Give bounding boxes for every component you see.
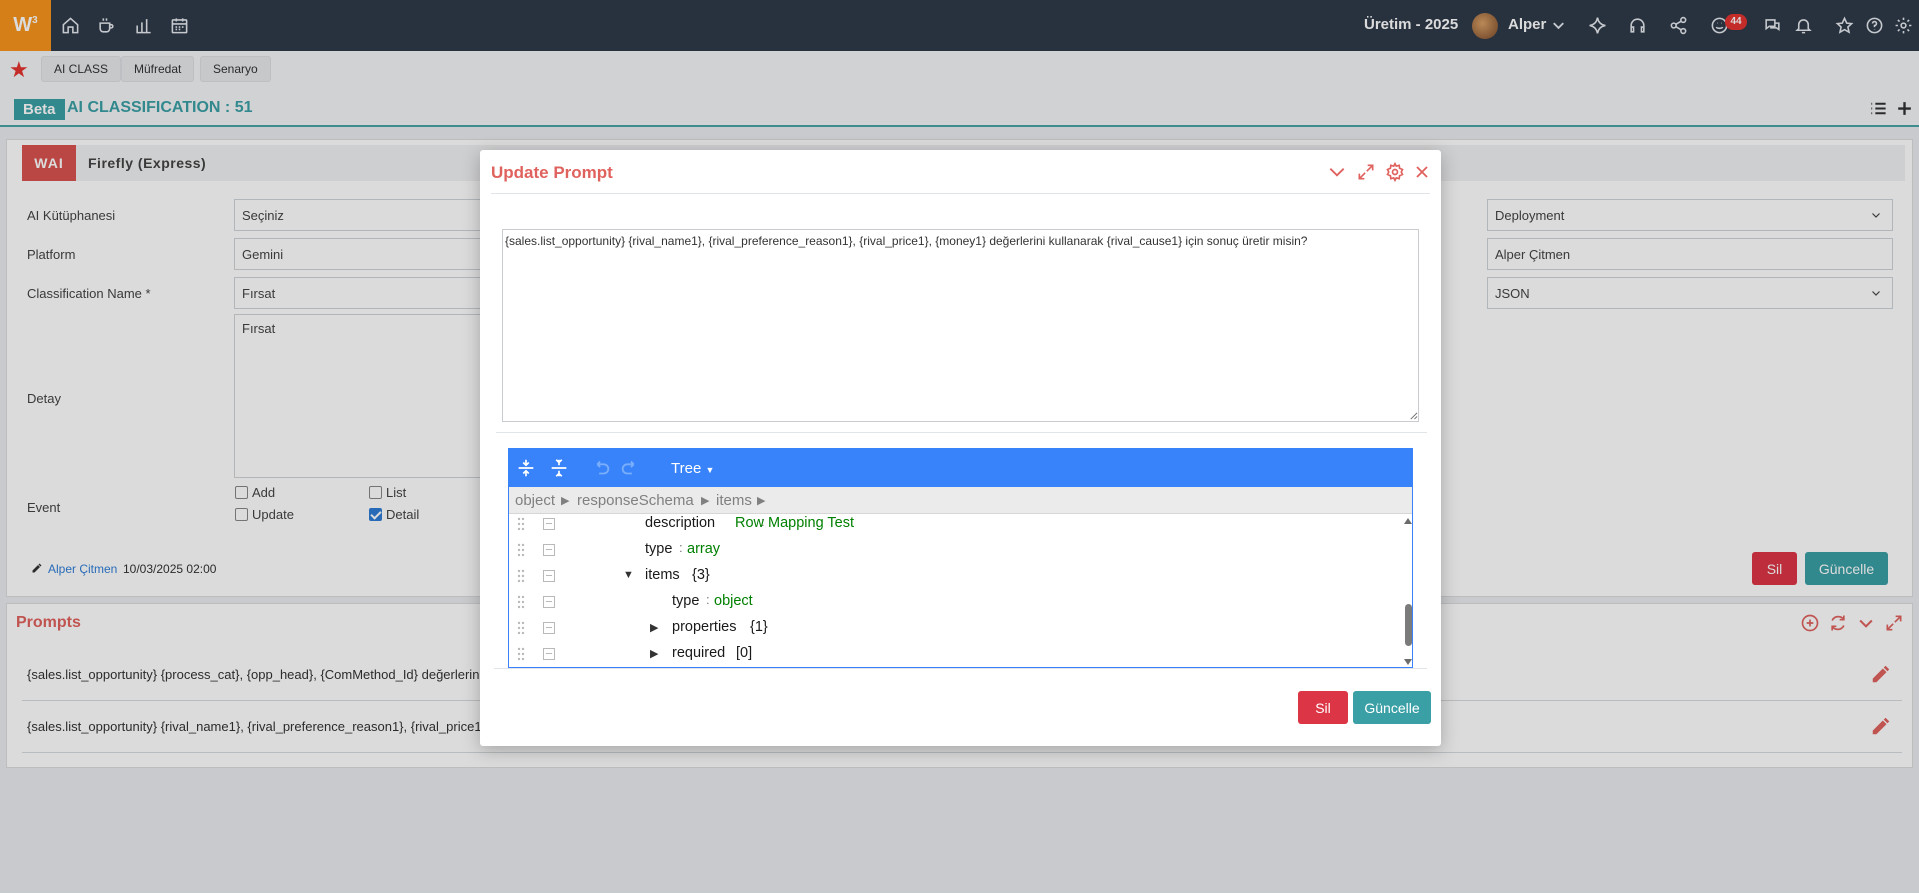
drag-handle-icon[interactable] — [517, 647, 525, 661]
expand-all-icon[interactable] — [515, 457, 537, 479]
resize-handle-icon[interactable] — [1409, 411, 1418, 420]
drag-handle-icon[interactable] — [517, 595, 525, 609]
drag-handle-icon[interactable] — [517, 569, 525, 583]
undo-icon[interactable] — [590, 457, 612, 479]
tree-key[interactable]: description — [645, 515, 715, 531]
prompt-textarea[interactable]: {sales.list_opportunity} {rival_name1}, … — [502, 229, 1419, 422]
tree-row[interactable]: ▼ items {3} — [509, 563, 1389, 589]
tree-separator: : — [706, 592, 710, 607]
scroll-down-arrow-icon[interactable] — [1403, 658, 1413, 666]
context-menu-button[interactable] — [543, 570, 555, 582]
drag-handle-icon[interactable] — [517, 543, 525, 557]
scrollbar-thumb[interactable] — [1405, 604, 1412, 646]
editor-toolbar — [509, 449, 1412, 487]
breadcrumb-item[interactable]: items — [716, 492, 752, 509]
expand-triangle-icon[interactable]: ▶ — [650, 621, 658, 634]
tree-separator: : — [679, 540, 683, 555]
collapse-triangle-icon[interactable]: ▼ — [623, 569, 634, 581]
tree-row[interactable]: ▶ required [0] — [509, 641, 1389, 667]
dialog-update-button[interactable]: Güncelle — [1353, 691, 1431, 724]
context-menu-button[interactable] — [543, 544, 555, 556]
update-prompt-dialog: Update Prompt {sales.list_opportunity} {… — [480, 150, 1441, 746]
tree-key[interactable]: required — [672, 645, 725, 661]
tree-child-count: [0] — [736, 645, 753, 661]
tree-row[interactable]: ▶ properties {1} — [509, 615, 1389, 641]
breadcrumb-arrow-icon: ▶ — [561, 495, 570, 507]
json-schema-editor: Tree ▼ object ▶ responseSchema ▶ items ▶… — [508, 448, 1413, 668]
expand-icon[interactable] — [1356, 162, 1376, 182]
expand-triangle-icon[interactable]: ▶ — [650, 647, 658, 660]
tree-row[interactable]: description : Row Mapping Test — [509, 511, 1389, 537]
tree-key[interactable]: type — [645, 541, 672, 557]
tree-value[interactable]: object — [714, 593, 753, 609]
collapse-all-icon[interactable] — [548, 457, 570, 479]
caret-down-icon: ▼ — [705, 465, 715, 475]
tree-child-count: {3} — [692, 567, 710, 583]
tree-row[interactable]: type : object — [509, 589, 1389, 615]
tree-key[interactable]: type — [672, 593, 699, 609]
editor-scrollbar[interactable] — [1403, 514, 1413, 667]
tree-value[interactable]: Row Mapping Test — [735, 515, 854, 531]
breadcrumb-arrow-icon: ▶ — [701, 495, 710, 507]
gear-icon[interactable] — [1385, 162, 1405, 182]
breadcrumb-item[interactable]: responseSchema — [577, 492, 694, 509]
context-menu-button[interactable] — [543, 596, 555, 608]
drag-handle-icon[interactable] — [517, 621, 525, 635]
tree-value[interactable]: array — [687, 541, 720, 557]
view-mode-label: Tree — [671, 460, 702, 477]
view-mode-dropdown[interactable]: Tree ▼ — [671, 460, 714, 477]
tree-child-count: {1} — [750, 619, 768, 635]
close-icon[interactable] — [1412, 162, 1432, 182]
dialog-divider — [491, 193, 1430, 194]
dialog-divider — [496, 432, 1427, 433]
tree-key[interactable]: properties — [672, 619, 736, 635]
context-menu-button[interactable] — [543, 648, 555, 660]
dialog-divider — [494, 668, 1427, 669]
scroll-up-arrow-icon[interactable] — [1403, 517, 1413, 525]
redo-icon[interactable] — [619, 457, 641, 479]
breadcrumb-item[interactable]: object — [515, 492, 555, 509]
tree-key[interactable]: items — [645, 567, 680, 583]
dialog-delete-button[interactable]: Sil — [1298, 691, 1348, 724]
dialog-title: Update Prompt — [491, 163, 613, 182]
context-menu-button[interactable] — [543, 622, 555, 634]
breadcrumb-arrow-icon: ▶ — [757, 495, 766, 507]
context-menu-button[interactable] — [543, 518, 555, 530]
drag-handle-icon[interactable] — [517, 517, 525, 531]
tree-row[interactable]: type : array — [509, 537, 1389, 563]
collapse-chevron-icon[interactable] — [1327, 162, 1347, 182]
